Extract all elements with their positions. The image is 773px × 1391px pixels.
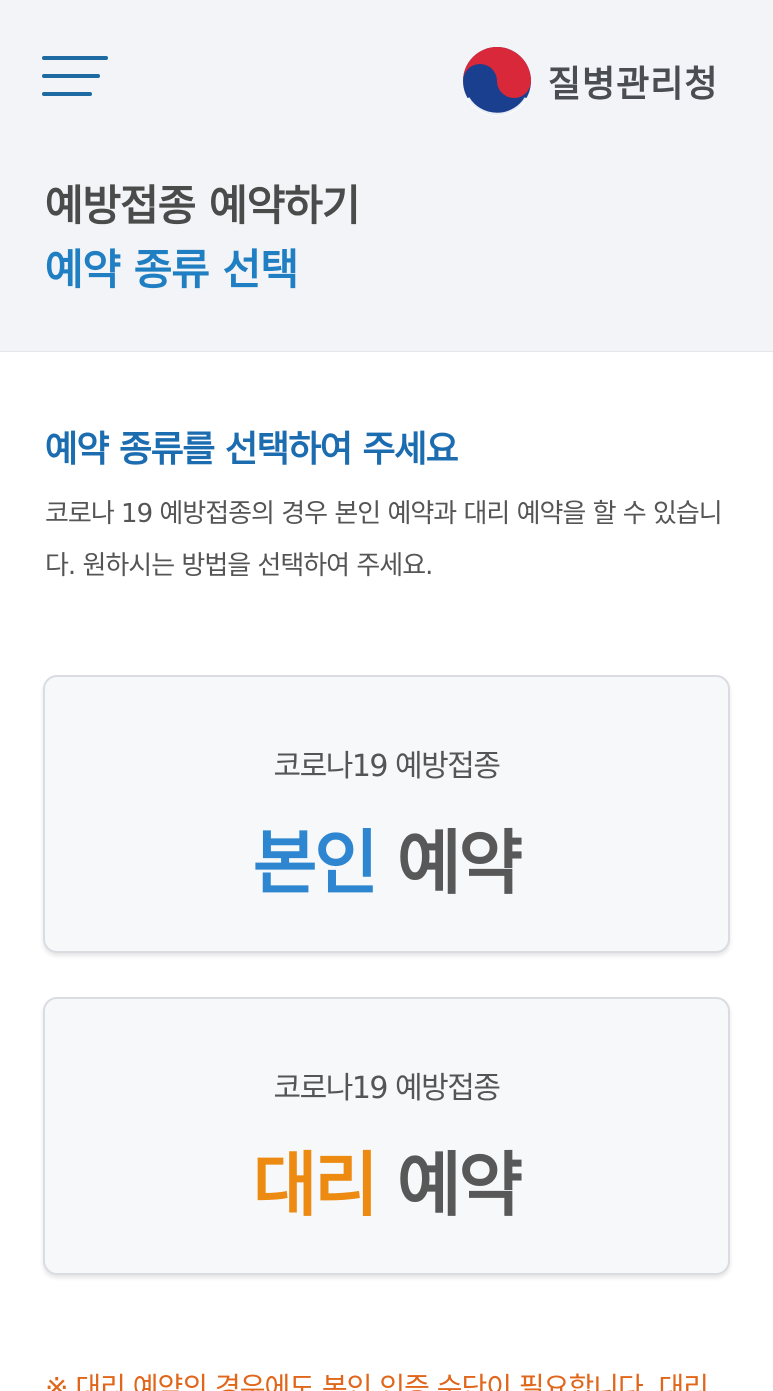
card-caption: 코로나19 예방접종 [273, 749, 501, 784]
card-label-rest: 예약 [375, 822, 523, 904]
card-label-rest: 예약 [375, 1144, 523, 1226]
card-label-highlight: 본인 [253, 822, 379, 904]
footer-notice: ※ 대리 예약의 경우에도 본인 인증 수단이 필요합니다. 대리 [45, 1371, 709, 1391]
card-label-highlight: 대리 [253, 1144, 379, 1226]
page-header: 질병관리청 예방접종 예약하기 예약 종류 선택 [0, 0, 773, 352]
section-title: 예약 종류를 선택하여 주세요 [45, 429, 459, 470]
page-subtitle: 예약 종류 선택 [45, 245, 299, 294]
taegeuk-emblem-icon [463, 47, 531, 116]
proxy-reservation-card[interactable]: 코로나19 예방접종 대리 예약 [43, 997, 730, 1275]
card-caption: 코로나19 예방접종 [273, 1071, 501, 1106]
agency-name: 질병관리청 [548, 64, 719, 105]
self-reservation-card[interactable]: 코로나19 예방접종 본인 예약 [43, 675, 730, 953]
section-description: 코로나 19 예방접종의 경우 본인 예약과 대리 예약을 할 수 있습니다. … [45, 499, 723, 581]
card-label: 본인 예약 [45, 807, 728, 908]
hamburger-menu-icon[interactable] [42, 54, 108, 100]
agency-logo[interactable]: 질병관리청 [462, 46, 719, 116]
page-title: 예방접종 예약하기 [45, 181, 361, 230]
card-label: 대리 예약 [45, 1129, 728, 1230]
